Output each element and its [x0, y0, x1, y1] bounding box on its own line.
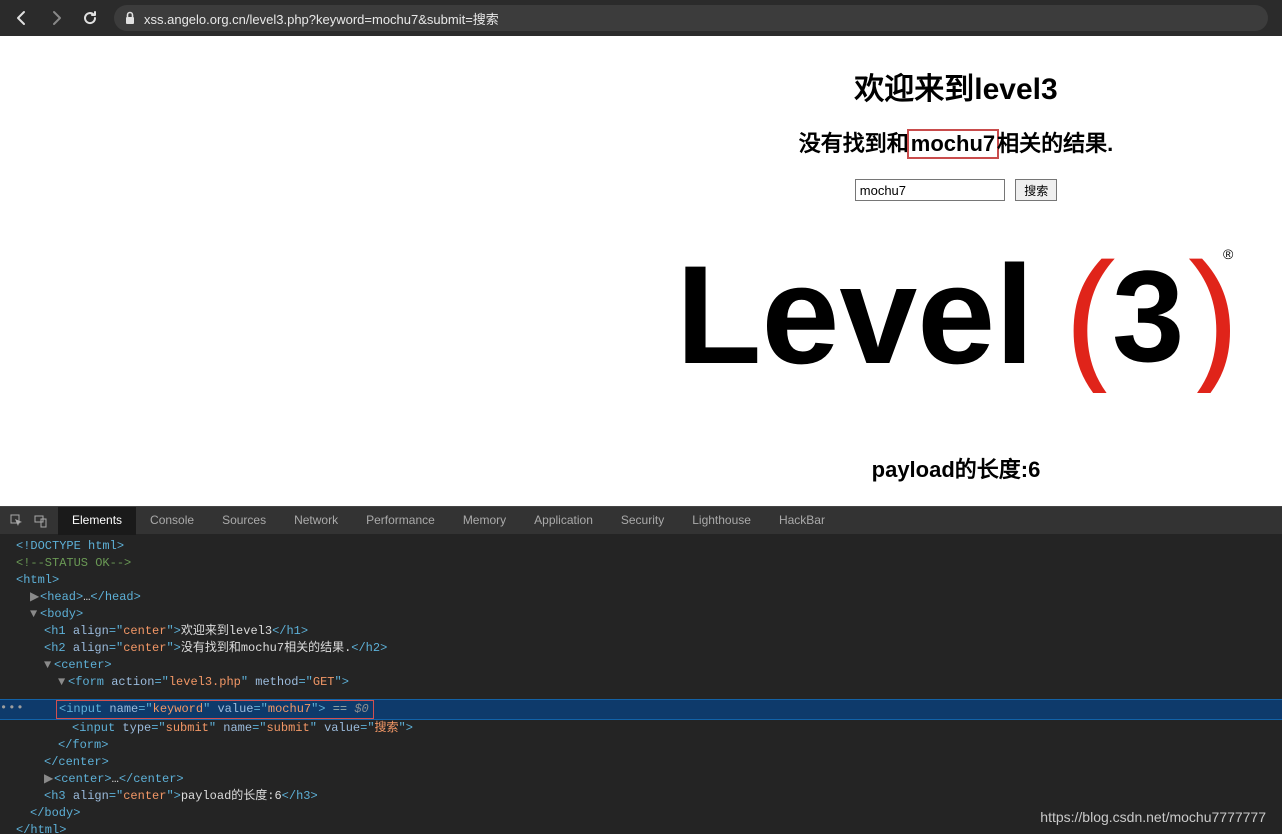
devtools-panel: Elements Console Sources Network Perform…: [0, 506, 1282, 834]
dom-tree[interactable]: <!DOCTYPE html> <!--STATUS OK--> <html> …: [0, 534, 1282, 699]
dom-center-open[interactable]: ▼<center>: [16, 657, 1282, 674]
payload-length: payload的长度:6: [630, 452, 1282, 484]
page-content: 欢迎来到level3 没有找到和mochu7相关的结果. Level ( 3 )…: [0, 36, 1282, 506]
dom-html-open[interactable]: <html>: [16, 572, 1282, 589]
tab-performance[interactable]: Performance: [352, 507, 449, 535]
dom-input-submit[interactable]: <input type="submit" name="submit" value…: [16, 720, 1282, 737]
dom-body-open[interactable]: ▼<body>: [16, 606, 1282, 623]
level3-logo: Level ( 3 ) ®: [676, 233, 1236, 398]
browser-toolbar: xss.angelo.org.cn/level3.php?keyword=moc…: [0, 0, 1282, 36]
highlighted-keyword: mochu7: [907, 129, 999, 159]
watermark: https://blog.csdn.net/mochu7777777: [1040, 809, 1266, 826]
tab-console[interactable]: Console: [136, 507, 208, 535]
device-toolbar-icon[interactable]: [34, 514, 48, 528]
tab-security[interactable]: Security: [607, 507, 678, 535]
search-result-heading: 没有找到和mochu7相关的结果.: [630, 126, 1282, 159]
dom-doctype[interactable]: <!DOCTYPE html>: [16, 538, 1282, 555]
tab-hackbar[interactable]: HackBar: [765, 507, 839, 535]
dom-head[interactable]: ▶<head>…</head>: [16, 589, 1282, 606]
devtools-tabs: Elements Console Sources Network Perform…: [0, 506, 1282, 534]
back-button[interactable]: [14, 10, 30, 26]
tab-memory[interactable]: Memory: [449, 507, 520, 535]
dom-selected-input[interactable]: <input name="keyword" value="mochu7"> ==…: [0, 699, 1282, 720]
svg-text:Level: Level: [676, 236, 1034, 393]
lock-icon: [124, 11, 136, 25]
dom-h1[interactable]: <h1 align="center">欢迎来到level3</h1>: [16, 623, 1282, 640]
ellipsis-icon[interactable]: •••: [0, 700, 25, 717]
url-text: xss.angelo.org.cn/level3.php?keyword=moc…: [144, 9, 499, 28]
nav-buttons: [8, 10, 108, 26]
tab-sources[interactable]: Sources: [208, 507, 280, 535]
dom-center-close[interactable]: </center>: [16, 754, 1282, 771]
h2-suffix: 相关的结果.: [997, 131, 1113, 156]
page-title: 欢迎来到level3: [630, 64, 1282, 108]
dom-center2[interactable]: ▶<center>…</center>: [16, 771, 1282, 788]
tab-elements[interactable]: Elements: [58, 507, 136, 535]
dom-form-open[interactable]: ▼<form action="level3.php" method="GET">: [16, 674, 1282, 691]
forward-button[interactable]: [48, 10, 64, 26]
dom-h2[interactable]: <h2 align="center">没有找到和mochu7相关的结果.</h2…: [16, 640, 1282, 657]
svg-text:(: (: [1064, 233, 1116, 393]
reload-button[interactable]: [82, 10, 98, 26]
h2-prefix: 没有找到和: [799, 131, 909, 156]
tab-application[interactable]: Application: [520, 507, 607, 535]
inspect-icon[interactable]: [10, 514, 24, 528]
submit-button[interactable]: [1015, 179, 1057, 201]
svg-text:®: ®: [1223, 246, 1234, 262]
dom-h3[interactable]: <h3 align="center">payload的长度:6</h3>: [16, 788, 1282, 805]
dom-comment[interactable]: <!--STATUS OK-->: [16, 555, 1282, 572]
dom-form-close[interactable]: </form>: [16, 737, 1282, 754]
keyword-input[interactable]: [855, 179, 1005, 201]
search-form: [630, 179, 1282, 201]
address-bar[interactable]: xss.angelo.org.cn/level3.php?keyword=moc…: [114, 5, 1268, 31]
svg-text:3: 3: [1112, 243, 1184, 389]
tab-network[interactable]: Network: [280, 507, 352, 535]
tab-lighthouse[interactable]: Lighthouse: [678, 507, 765, 535]
